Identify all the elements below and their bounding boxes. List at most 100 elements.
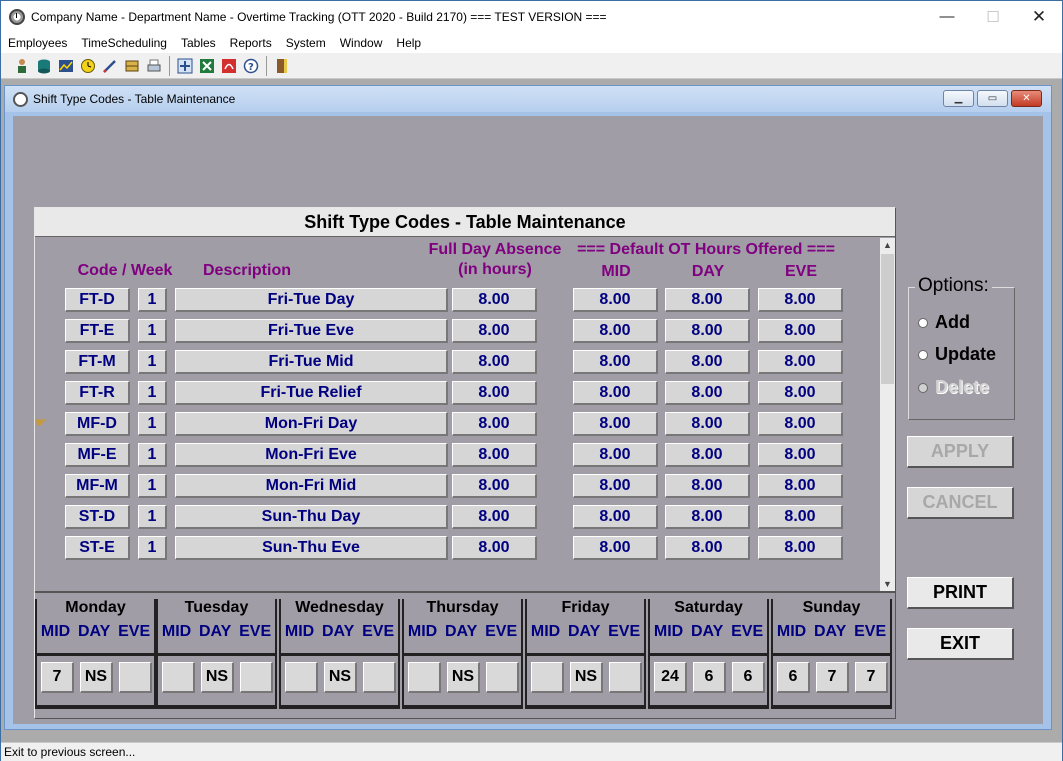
ot-mid-cell[interactable]: 8.00 [573,288,658,312]
ot-day-cell[interactable]: 8.00 [665,350,750,374]
menu-help[interactable]: Help [389,36,428,50]
description-cell[interactable]: Mon-Fri Eve [175,443,448,467]
ot-day-cell[interactable]: 8.00 [665,319,750,343]
absence-hours-cell[interactable]: 8.00 [452,319,537,343]
chart-icon[interactable] [55,55,77,77]
code-cell[interactable]: FT-M [65,350,130,374]
menu-tables[interactable]: Tables [174,36,223,50]
ot-mid-cell[interactable]: 8.00 [573,381,658,405]
description-cell[interactable]: Fri-Tue Relief [175,381,448,405]
shift-value-box[interactable] [119,662,152,693]
employee-icon[interactable] [11,55,33,77]
week-cell[interactable]: 1 [138,288,167,312]
menu-employees[interactable]: Employees [1,36,74,50]
ot-mid-cell[interactable]: 8.00 [573,474,658,498]
description-cell[interactable]: Fri-Tue Day [175,288,448,312]
clock-icon[interactable] [77,55,99,77]
child-maximize-button[interactable]: ▭ [977,90,1008,107]
ot-eve-cell[interactable]: 8.00 [758,536,843,560]
ot-day-cell[interactable]: 8.00 [665,288,750,312]
ot-eve-cell[interactable]: 8.00 [758,474,843,498]
description-cell[interactable]: Sun-Thu Day [175,505,448,529]
ot-day-cell[interactable]: 8.00 [665,443,750,467]
option-update[interactable]: Update [918,344,996,365]
code-cell[interactable]: FT-E [65,319,130,343]
ot-mid-cell[interactable]: 8.00 [573,319,658,343]
database-icon[interactable] [33,55,55,77]
absence-hours-cell[interactable]: 8.00 [452,381,537,405]
ot-eve-cell[interactable]: 8.00 [758,350,843,374]
shift-value-box[interactable]: 24 [654,662,687,693]
print-icon[interactable] [143,55,165,77]
code-cell[interactable]: FT-R [65,381,130,405]
child-minimize-button[interactable]: ▁ [943,90,974,107]
ot-mid-cell[interactable]: 8.00 [573,412,658,436]
menu-timescheduling[interactable]: TimeScheduling [74,36,174,50]
ot-eve-cell[interactable]: 8.00 [758,288,843,312]
menu-reports[interactable]: Reports [223,36,279,50]
ot-day-cell[interactable]: 8.00 [665,381,750,405]
week-cell[interactable]: 1 [138,381,167,405]
ot-mid-cell[interactable]: 8.00 [573,536,658,560]
print-button[interactable]: PRINT [907,577,1014,609]
shift-value-box[interactable] [162,662,195,693]
absence-hours-cell[interactable]: 8.00 [452,474,537,498]
shift-value-box[interactable]: 6 [777,662,810,693]
shift-value-box[interactable] [240,662,273,693]
description-cell[interactable]: Fri-Tue Mid [175,350,448,374]
help-icon[interactable]: ? [240,55,262,77]
close-button[interactable]: ✕ [1016,1,1062,32]
ot-mid-cell[interactable]: 8.00 [573,350,658,374]
book-icon[interactable] [121,55,143,77]
shift-value-box[interactable] [609,662,642,693]
ot-day-cell[interactable]: 8.00 [665,412,750,436]
code-cell[interactable]: MF-E [65,443,130,467]
shift-value-box[interactable]: 7 [816,662,849,693]
ot-eve-cell[interactable]: 8.00 [758,412,843,436]
absence-hours-cell[interactable]: 8.00 [452,350,537,374]
ot-eve-cell[interactable]: 8.00 [758,505,843,529]
week-cell[interactable]: 1 [138,412,167,436]
scroll-up-icon[interactable]: ▲ [880,238,895,252]
absence-hours-cell[interactable]: 8.00 [452,505,537,529]
absence-hours-cell[interactable]: 8.00 [452,412,537,436]
network-icon[interactable] [174,55,196,77]
shift-value-box[interactable] [285,662,318,693]
code-cell[interactable]: FT-D [65,288,130,312]
week-cell[interactable]: 1 [138,505,167,529]
minimize-button[interactable]: — [924,1,970,32]
code-cell[interactable]: MF-D [65,412,130,436]
shift-value-box[interactable]: 7 [855,662,888,693]
shift-value-box[interactable] [408,662,441,693]
shift-value-box[interactable]: NS [324,662,357,693]
scroll-thumb[interactable] [881,254,894,384]
maximize-button[interactable]: ☐ [970,1,1016,32]
shift-value-box[interactable] [363,662,396,693]
absence-hours-cell[interactable]: 8.00 [452,443,537,467]
description-cell[interactable]: Fri-Tue Eve [175,319,448,343]
shift-value-box[interactable]: NS [447,662,480,693]
description-cell[interactable]: Mon-Fri Day [175,412,448,436]
menu-window[interactable]: Window [333,36,390,50]
excel-icon[interactable] [196,55,218,77]
shift-value-box[interactable]: 6 [732,662,765,693]
pen-icon[interactable] [99,55,121,77]
shift-value-box[interactable] [486,662,519,693]
ot-eve-cell[interactable]: 8.00 [758,319,843,343]
vertical-scrollbar[interactable]: ▲ ▼ [880,238,895,591]
week-cell[interactable]: 1 [138,319,167,343]
pdf-icon[interactable] [218,55,240,77]
option-add[interactable]: Add [918,312,970,333]
shift-value-box[interactable]: NS [80,662,113,693]
ot-day-cell[interactable]: 8.00 [665,505,750,529]
scroll-down-icon[interactable]: ▼ [880,577,895,591]
shift-value-box[interactable]: NS [570,662,603,693]
ot-day-cell[interactable]: 8.00 [665,536,750,560]
child-close-button[interactable]: ✕ [1011,90,1042,107]
menu-system[interactable]: System [279,36,333,50]
ot-mid-cell[interactable]: 8.00 [573,505,658,529]
exit-door-icon[interactable] [271,55,293,77]
ot-eve-cell[interactable]: 8.00 [758,443,843,467]
code-cell[interactable]: ST-E [65,536,130,560]
week-cell[interactable]: 1 [138,474,167,498]
